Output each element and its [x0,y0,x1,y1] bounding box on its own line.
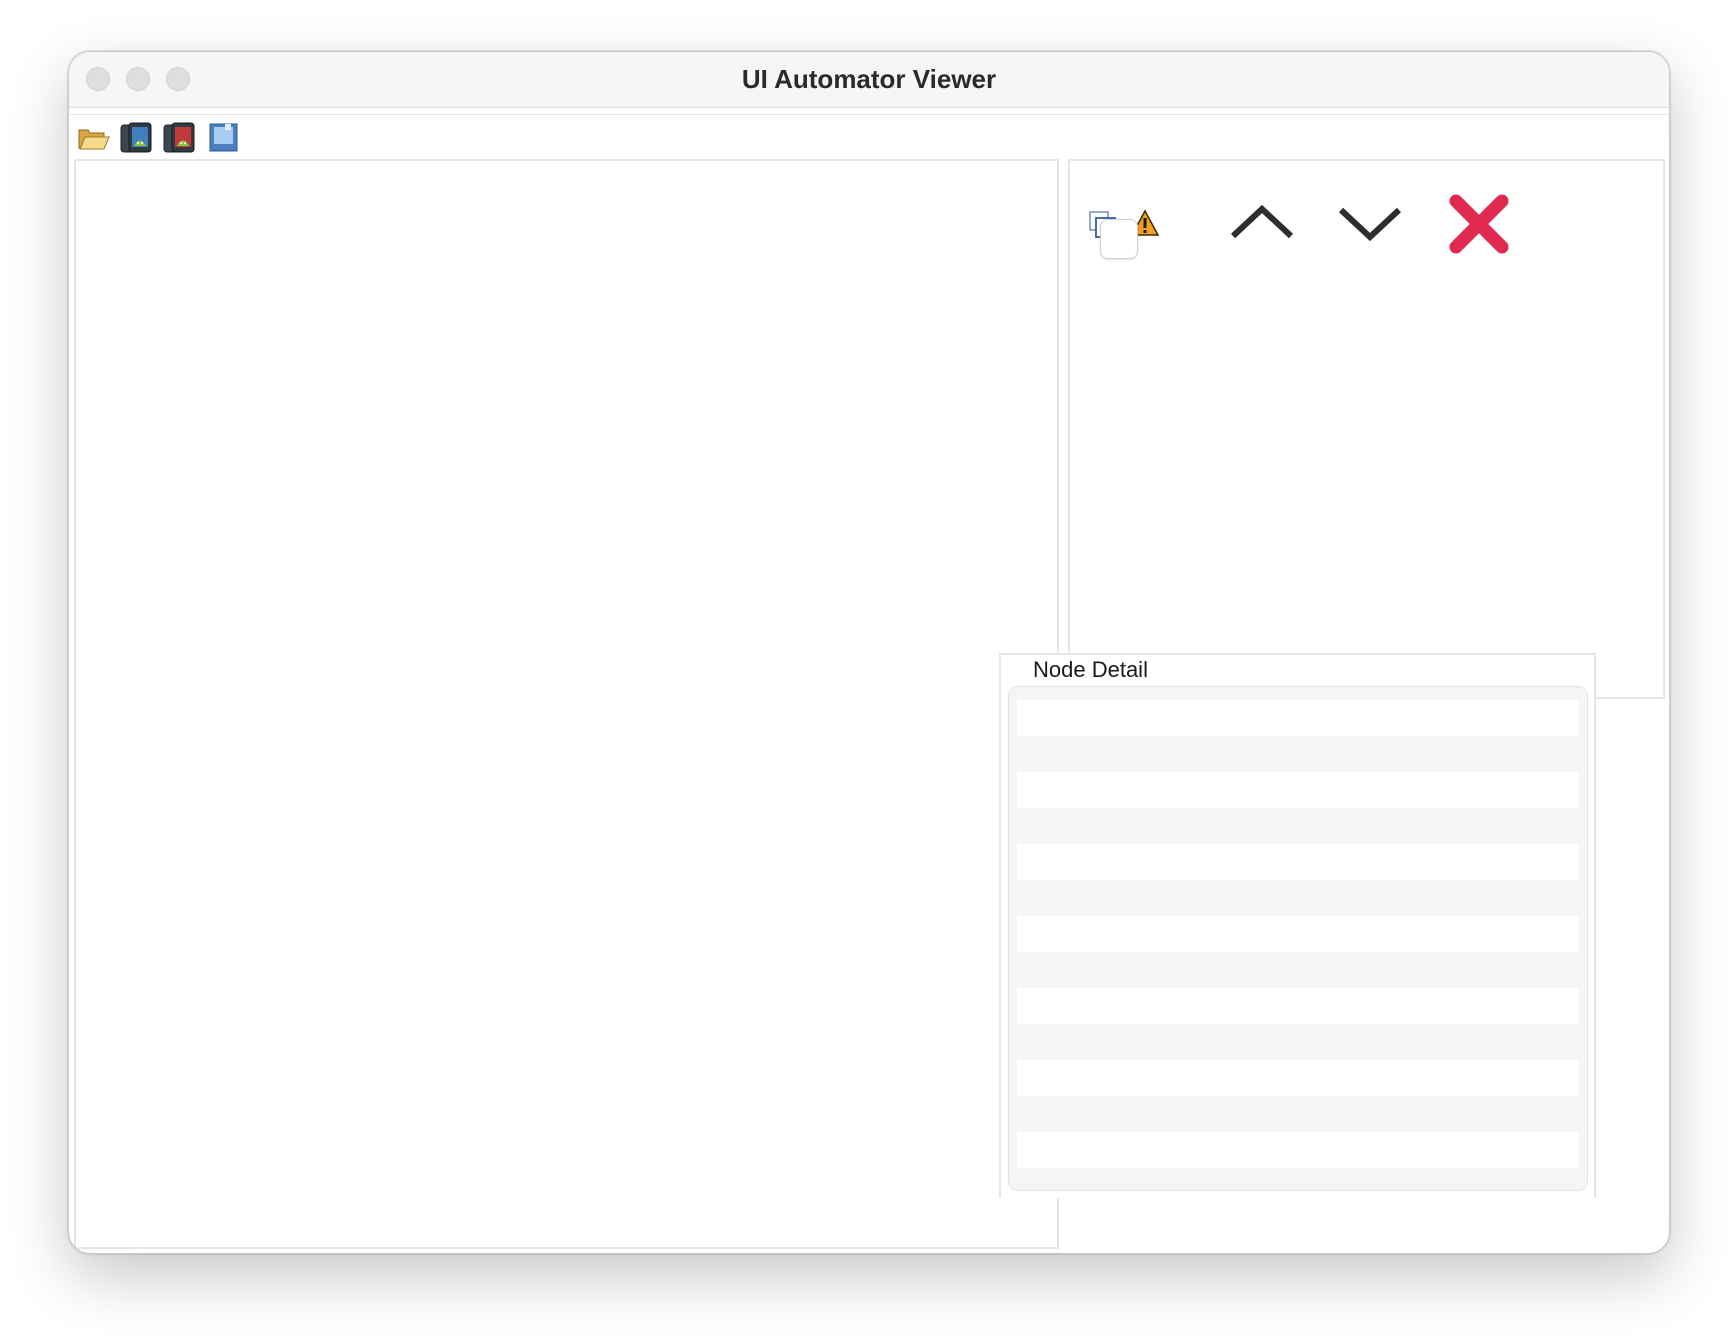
table-row[interactable] [1017,700,1579,736]
device-screenshot-compressed-icon[interactable] [162,121,196,155]
toggle-nodes-checkbox[interactable] [1100,219,1138,259]
close-icon[interactable] [1448,193,1510,255]
table-row[interactable] [1017,772,1579,808]
chevron-down-icon[interactable] [1338,203,1402,243]
table-row[interactable] [1017,1132,1579,1168]
window-title: UI Automator Viewer [741,64,997,94]
save-icon[interactable] [206,121,240,155]
chevron-up-icon[interactable] [1230,203,1294,243]
main-toolbar [69,114,1669,161]
device-screenshot-icon[interactable] [119,121,153,155]
node-detail-title: Node Detail [1029,657,1152,683]
table-row[interactable] [1017,844,1579,880]
table-row[interactable] [1017,988,1579,1024]
title-bar: UI Automator Viewer [69,52,1669,108]
node-detail-table[interactable] [1008,686,1588,1191]
table-row[interactable] [1017,916,1579,952]
table-row[interactable] [1017,1060,1579,1096]
open-folder-icon[interactable] [77,121,111,155]
screenshot-canvas[interactable] [74,159,1059,1249]
